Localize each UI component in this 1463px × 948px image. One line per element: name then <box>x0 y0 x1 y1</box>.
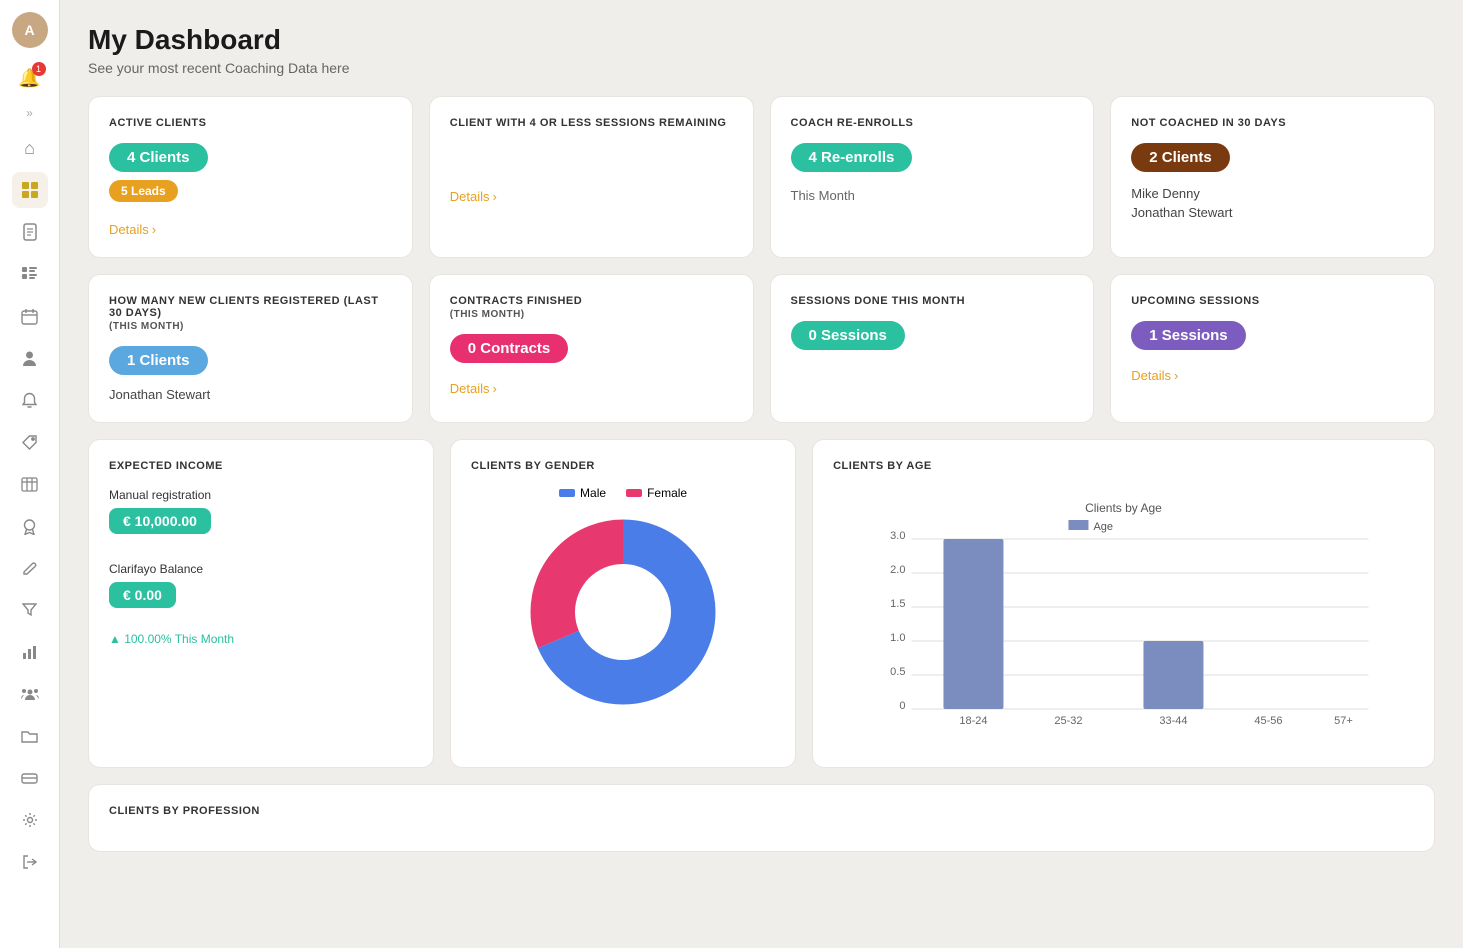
svg-text:0.5: 0.5 <box>890 666 905 678</box>
svg-text:Age: Age <box>1094 521 1114 533</box>
settings-icon[interactable] <box>12 802 48 838</box>
gender-donut-chart <box>523 512 723 712</box>
male-legend: Male <box>559 486 606 500</box>
coach-reenrolls-badge: 4 Re-enrolls <box>791 143 913 172</box>
not-coached-client-2: Jonathan Stewart <box>1131 205 1414 220</box>
contracts-details[interactable]: Details › <box>450 381 733 396</box>
age-chart-label: CLIENTS BY AGE <box>833 460 1414 472</box>
calendar-icon[interactable] <box>12 298 48 334</box>
age-bar-svg: Clients by Age Age 0 0.5 1.0 1.5 2.0 3.0 <box>833 494 1414 734</box>
female-legend-label: Female <box>647 486 687 500</box>
new-clients-card: HOW MANY NEW CLIENTS REGISTERED (LAST 30… <box>88 274 413 423</box>
male-legend-dot <box>559 489 575 497</box>
mid-cards-grid: HOW MANY NEW CLIENTS REGISTERED (LAST 30… <box>88 274 1435 423</box>
upcoming-sessions-badge: 1 Sessions <box>1131 321 1245 350</box>
balance-label: Clarifayo Balance <box>109 562 413 576</box>
expected-income-card: EXPECTED INCOME Manual registration € 10… <box>88 439 434 768</box>
profession-card: CLIENTS BY PROFESSION <box>88 784 1435 852</box>
bottom-grid: EXPECTED INCOME Manual registration € 10… <box>88 439 1435 768</box>
svg-text:3.0: 3.0 <box>890 530 905 542</box>
svg-text:1.0: 1.0 <box>890 632 905 644</box>
not-coached-card: NOT COACHED IN 30 DAYS 2 Clients Mike De… <box>1110 96 1435 258</box>
grid-list-icon[interactable] <box>12 256 48 292</box>
person-icon[interactable] <box>12 340 48 376</box>
male-legend-label: Male <box>580 486 606 500</box>
tag-icon[interactable] <box>12 424 48 460</box>
contracts-label: CONTRACTS FINISHED (THIS MONTH) <box>450 295 733 320</box>
balance-value: € 0.00 <box>109 582 176 608</box>
gender-label: CLIENTS BY GENDER <box>471 460 595 472</box>
svg-text:45-56: 45-56 <box>1254 715 1282 727</box>
main-content: My Dashboard See your most recent Coachi… <box>60 0 1463 948</box>
new-clients-badge: 1 Clients <box>109 346 208 375</box>
funnel-icon[interactable] <box>12 592 48 628</box>
contracts-card: CONTRACTS FINISHED (THIS MONTH) 0 Contra… <box>429 274 754 423</box>
active-clients-details[interactable]: Details › <box>109 222 392 237</box>
sessions-done-label: SESSIONS DONE THIS MONTH <box>791 295 1074 307</box>
dashboard-icon[interactable] <box>12 172 48 208</box>
this-month-text: This Month <box>791 188 1074 203</box>
less-sessions-card: CLIENT WITH 4 OR LESS SESSIONS REMAINING… <box>429 96 754 258</box>
svg-text:18-24: 18-24 <box>959 715 987 727</box>
sessions-done-card: SESSIONS DONE THIS MONTH 0 Sessions <box>770 274 1095 423</box>
edit-icon[interactable] <box>12 550 48 586</box>
sidebar: A 🔔 1 » ⌂ <box>0 0 60 948</box>
upcoming-sessions-details[interactable]: Details › <box>1131 368 1414 383</box>
avatar[interactable]: A <box>12 12 48 48</box>
svg-text:33-44: 33-44 <box>1159 715 1187 727</box>
upcoming-sessions-card: UPCOMING SESSIONS 1 Sessions Details › <box>1110 274 1435 423</box>
less-sessions-label: CLIENT WITH 4 OR LESS SESSIONS REMAINING <box>450 117 733 129</box>
not-coached-label: NOT COACHED IN 30 DAYS <box>1131 117 1414 129</box>
not-coached-badge: 2 Clients <box>1131 143 1230 172</box>
notification-icon[interactable]: 🔔 1 <box>12 60 48 96</box>
bell-small-icon[interactable] <box>12 382 48 418</box>
svg-text:1.5: 1.5 <box>890 598 905 610</box>
coach-reenrolls-card: COACH RE-ENROLLS 4 Re-enrolls This Month <box>770 96 1095 258</box>
donut-center <box>575 564 671 660</box>
active-clients-label: ACTIVE CLIENTS <box>109 117 392 129</box>
active-clients-badge: 4 Clients <box>109 143 208 172</box>
leads-badge: 5 Leads <box>109 180 178 202</box>
age-chart-card: CLIENTS BY AGE Clients by Age Age 0 0.5 … <box>812 439 1435 768</box>
creditcard-icon[interactable] <box>12 760 48 796</box>
logout-icon[interactable] <box>12 844 48 880</box>
document-icon[interactable] <box>12 214 48 250</box>
coach-reenrolls-label: COACH RE-ENROLLS <box>791 117 1074 129</box>
top-cards-grid: ACTIVE CLIENTS 4 Clients 5 Leads Details… <box>88 96 1435 258</box>
home-icon[interactable]: ⌂ <box>12 130 48 166</box>
svg-text:25-32: 25-32 <box>1054 715 1082 727</box>
page-title: My Dashboard <box>88 24 1435 56</box>
upcoming-sessions-label: UPCOMING SESSIONS <box>1131 295 1414 307</box>
svg-text:0: 0 <box>899 700 905 712</box>
age-bar-chart: Clients by Age Age 0 0.5 1.0 1.5 2.0 3.0 <box>833 486 1414 747</box>
profession-label: CLIENTS BY PROFESSION <box>109 805 1414 817</box>
table-icon[interactable] <box>12 466 48 502</box>
less-sessions-details[interactable]: Details › <box>450 189 733 204</box>
manual-value: € 10,000.00 <box>109 508 211 534</box>
sessions-done-badge: 0 Sessions <box>791 321 905 350</box>
manual-reg-label: Manual registration <box>109 488 413 502</box>
not-coached-client-1: Mike Denny <box>1131 186 1414 201</box>
new-client-name: Jonathan Stewart <box>109 387 392 402</box>
new-clients-label: HOW MANY NEW CLIENTS REGISTERED (LAST 30… <box>109 295 392 332</box>
expected-income-label: EXPECTED INCOME <box>109 460 413 472</box>
group-icon[interactable] <box>12 676 48 712</box>
svg-text:2.0: 2.0 <box>890 564 905 576</box>
active-clients-card: ACTIVE CLIENTS 4 Clients 5 Leads Details… <box>88 96 413 258</box>
award-icon[interactable] <box>12 508 48 544</box>
folder-icon[interactable] <box>12 718 48 754</box>
expand-button[interactable]: » <box>22 102 37 124</box>
bar-chart-icon[interactable] <box>12 634 48 670</box>
income-percent: ▲ 100.00% This Month <box>109 632 413 646</box>
notification-badge: 1 <box>32 62 46 76</box>
page-subtitle: See your most recent Coaching Data here <box>88 60 1435 76</box>
donut-legend: Male Female <box>559 486 687 500</box>
female-legend-dot <box>626 489 642 497</box>
female-legend: Female <box>626 486 687 500</box>
contracts-badge: 0 Contracts <box>450 334 569 363</box>
svg-text:Clients by Age: Clients by Age <box>1085 501 1162 515</box>
svg-text:57+: 57+ <box>1334 715 1353 727</box>
gender-chart-card: CLIENTS BY GENDER Male Female <box>450 439 796 768</box>
